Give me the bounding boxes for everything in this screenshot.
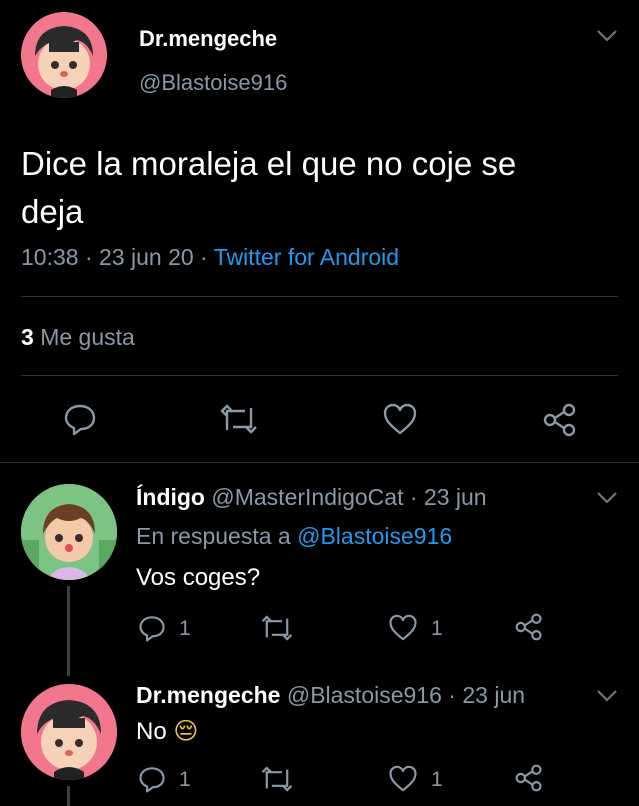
likes-label: Me gusta bbox=[40, 324, 135, 350]
tweet-text-line: Dice la moraleja el que no coje se bbox=[21, 145, 517, 182]
tweet-date: 23 jun 20 bbox=[99, 244, 194, 270]
like-heart-icon[interactable] bbox=[388, 614, 418, 641]
separator-dot: · bbox=[200, 244, 208, 270]
chevron-down-icon[interactable] bbox=[595, 490, 619, 506]
reply-display-name[interactable]: Dr.mengeche bbox=[136, 682, 280, 708]
thread-line bbox=[67, 586, 70, 676]
reply-icon[interactable] bbox=[138, 765, 166, 793]
avatar[interactable] bbox=[21, 484, 117, 580]
reply-text: No 😔 bbox=[136, 717, 198, 746]
likes-summary[interactable]: 3 Me gusta bbox=[21, 324, 135, 351]
reply-handle[interactable]: @MasterIndigoCat bbox=[211, 484, 403, 510]
reply-date[interactable]: 23 jun bbox=[462, 682, 525, 708]
share-icon[interactable] bbox=[514, 613, 544, 641]
avatar[interactable] bbox=[21, 684, 117, 780]
reply-context-prefix: En respuesta a bbox=[136, 523, 291, 549]
pensive-face-emoji: 😔 bbox=[173, 717, 199, 745]
share-icon[interactable] bbox=[514, 764, 544, 792]
reply-count: 1 bbox=[179, 617, 191, 640]
tweet-text-line: deja bbox=[21, 193, 84, 230]
separator-dot: · bbox=[448, 682, 456, 708]
likes-count: 3 bbox=[21, 324, 34, 350]
reply-header: Índigo @MasterIndigoCat · 23 jun bbox=[136, 484, 487, 511]
tweet-source-link[interactable]: Twitter for Android bbox=[214, 244, 399, 270]
retweet-icon[interactable] bbox=[219, 404, 259, 434]
like-count: 1 bbox=[431, 617, 443, 640]
reply-context: En respuesta a @Blastoise916 bbox=[136, 523, 452, 550]
author-handle[interactable]: @Blastoise916 bbox=[139, 70, 287, 96]
like-heart-icon[interactable] bbox=[388, 765, 418, 792]
reply-display-name[interactable]: Índigo bbox=[136, 484, 205, 510]
divider bbox=[21, 375, 618, 376]
separator-dot: · bbox=[84, 244, 93, 270]
thread-line bbox=[67, 786, 70, 806]
like-heart-icon[interactable] bbox=[382, 403, 418, 435]
tweet-meta: 10:38 · 23 jun 20 · Twitter for Android bbox=[21, 244, 399, 271]
reply-header: Dr.mengeche @Blastoise916 · 23 jun bbox=[136, 682, 525, 709]
share-icon[interactable] bbox=[542, 403, 578, 437]
reply-date[interactable]: 23 jun bbox=[424, 484, 487, 510]
reply-handle[interactable]: @Blastoise916 bbox=[287, 682, 442, 708]
reply-text-content: No bbox=[136, 718, 167, 745]
chevron-down-icon[interactable] bbox=[595, 28, 619, 44]
divider bbox=[0, 462, 639, 463]
chevron-down-icon[interactable] bbox=[595, 688, 619, 704]
divider bbox=[21, 296, 618, 297]
reply-icon[interactable] bbox=[138, 614, 166, 642]
author-display-name[interactable]: Dr.mengeche bbox=[139, 26, 277, 52]
separator-dot: · bbox=[409, 484, 418, 510]
like-count: 1 bbox=[431, 768, 443, 791]
tweet-time: 10:38 bbox=[21, 244, 79, 270]
reply-text: Vos coges? bbox=[136, 564, 261, 591]
retweet-icon[interactable] bbox=[260, 615, 294, 641]
reply-to-handle-link[interactable]: @Blastoise916 bbox=[297, 523, 452, 549]
avatar[interactable] bbox=[21, 12, 107, 98]
reply-icon[interactable] bbox=[63, 402, 97, 436]
retweet-icon[interactable] bbox=[260, 766, 294, 792]
reply-count: 1 bbox=[179, 768, 191, 791]
tweet-text: Dice la moraleja el que no coje se deja bbox=[21, 140, 516, 236]
